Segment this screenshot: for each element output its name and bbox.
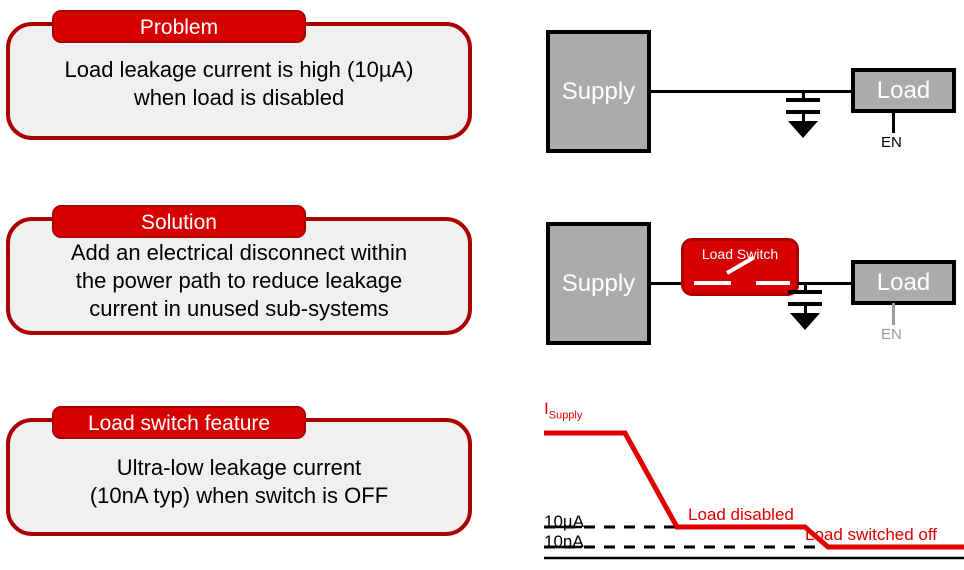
supply-block: Supply bbox=[546, 222, 651, 345]
enable-wire bbox=[892, 111, 895, 133]
load-block: Load bbox=[851, 68, 956, 113]
supply-to-load-wire bbox=[649, 90, 852, 93]
level-label-10ua: 10µA bbox=[544, 512, 585, 531]
load-block-label: Load bbox=[876, 76, 931, 104]
chart-ylabel-sub: Supply bbox=[548, 409, 583, 422]
level-label-10na: 10nA bbox=[544, 532, 584, 551]
enable-label: EN bbox=[881, 326, 902, 343]
load-switch-block: Load Switch bbox=[681, 238, 799, 296]
card-problem: Problem Load leakage current is high (10… bbox=[6, 10, 472, 140]
load-block-label: Load bbox=[876, 268, 931, 296]
annotation-load-switched-off: Load switched off bbox=[805, 525, 937, 544]
supply-block-label: Supply bbox=[561, 77, 636, 105]
annotation-load-disabled: Load disabled bbox=[688, 505, 794, 524]
card-feature-header: Load switch feature bbox=[52, 406, 306, 439]
switch-right-contact bbox=[756, 281, 790, 285]
switch-left-contact bbox=[694, 281, 731, 285]
card-feature: Load switch feature Ultra-low leakage cu… bbox=[6, 406, 472, 536]
enable-label: EN bbox=[881, 134, 902, 151]
supply-block-label: Supply bbox=[561, 269, 636, 297]
capacitor-plate-top bbox=[786, 98, 820, 102]
circuit-diagram-problem: Supply Load EN bbox=[520, 10, 964, 180]
ground-icon bbox=[788, 121, 818, 138]
enable-wire bbox=[892, 303, 895, 325]
capacitor-plate-top bbox=[788, 290, 822, 294]
card-solution: Solution Add an electrical disconnect wi… bbox=[6, 205, 472, 335]
supply-current-waveform-chart: ISupply 10µA 10nA Load disabled Load swi… bbox=[520, 395, 964, 570]
ground-icon bbox=[790, 313, 820, 330]
circuit-diagram-solution: Supply Load Switch Load EN bbox=[520, 200, 964, 370]
load-block: Load bbox=[851, 260, 956, 305]
supply-block: Supply bbox=[546, 30, 651, 153]
card-problem-header: Problem bbox=[52, 10, 306, 43]
supply-to-switch-wire bbox=[649, 282, 684, 285]
chart-ylabel: ISupply bbox=[544, 399, 582, 421]
load-switch-label: Load Switch bbox=[701, 246, 779, 262]
card-solution-header: Solution bbox=[52, 205, 306, 238]
